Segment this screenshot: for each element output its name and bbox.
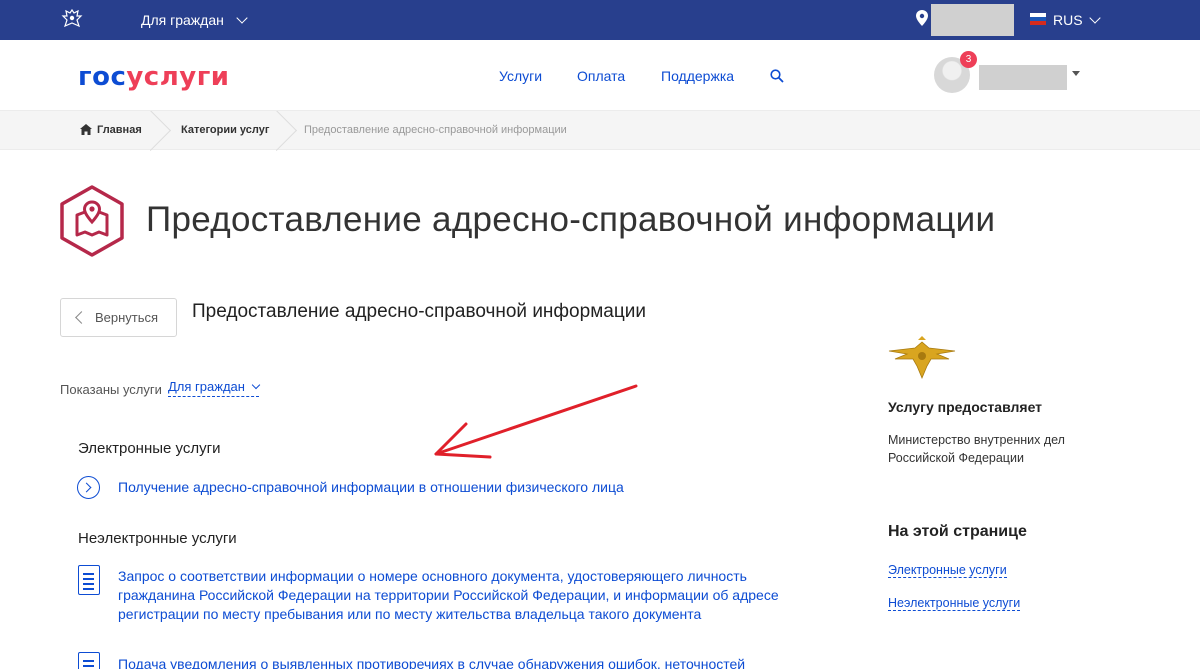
audience-filter-dropdown[interactable]: Для граждан — [168, 379, 261, 397]
address-map-icon — [60, 185, 124, 257]
logo-part-1: гос — [78, 62, 127, 92]
notification-badge[interactable]: 3 — [960, 51, 977, 68]
service-link-non-electronic-2[interactable]: Подача уведомления о выявленных противор… — [118, 655, 745, 669]
top-bar: Для граждан RUS — [0, 0, 1200, 40]
breadcrumb-separator — [276, 111, 298, 151]
chevron-down-icon — [1088, 12, 1101, 24]
arrow-circle-icon[interactable] — [77, 476, 100, 499]
shown-services-label: Показаны услуги — [60, 382, 162, 397]
breadcrumb-current: Предоставление адресно-справочной информ… — [304, 124, 567, 136]
user-name-redacted[interactable] — [979, 65, 1067, 90]
breadcrumb-categories[interactable]: Категории услуг — [181, 124, 269, 136]
nav-payment[interactable]: Оплата — [577, 68, 625, 84]
document-icon — [78, 565, 100, 595]
service-link-non-electronic-1[interactable]: Запрос о соответствии информации о номер… — [118, 567, 808, 624]
provider-heading: Услугу предоставляет — [888, 399, 1043, 415]
electronic-services-heading: Электронные услуги — [78, 440, 221, 457]
nav-services[interactable]: Услуги — [499, 68, 542, 84]
on-page-link-electronic[interactable]: Электронные услуги — [888, 563, 1007, 578]
back-label: Вернуться — [95, 310, 159, 325]
page-subtitle: Предоставление адресно-справочной информ… — [192, 301, 646, 322]
mvd-emblem-icon — [888, 336, 956, 380]
back-button[interactable]: Вернуться — [60, 298, 177, 337]
on-page-link-non-electronic[interactable]: Неэлектронные услуги — [888, 596, 1021, 611]
service-link-electronic[interactable]: Получение адресно-справочной информации … — [118, 478, 624, 497]
gosuslugi-logo[interactable]: госуслуги — [78, 62, 230, 92]
citizens-label: Для граждан — [141, 12, 224, 28]
language-label: RUS — [1053, 12, 1083, 28]
breadcrumb-home[interactable]: Главная — [97, 124, 142, 136]
russian-flag-icon — [1030, 13, 1046, 25]
non-electronic-services-heading: Неэлектронные услуги — [78, 530, 237, 547]
location-redacted[interactable] — [931, 4, 1014, 36]
language-selector[interactable]: RUS — [1053, 12, 1101, 28]
audience-filter-value: Для граждан — [168, 379, 245, 394]
chevron-left-icon — [75, 311, 88, 324]
provider-name: Министерство внутренних дел Российской Ф… — [888, 433, 1065, 465]
document-icon — [78, 652, 100, 669]
logo-part-2: услуги — [126, 62, 230, 92]
search-icon[interactable] — [770, 69, 784, 83]
page-title: Предоставление адресно-справочной информ… — [146, 200, 996, 239]
coat-of-arms-icon[interactable] — [60, 7, 84, 31]
annotation-arrow — [434, 384, 638, 459]
breadcrumb-separator — [150, 111, 172, 151]
breadcrumb: Главная Категории услуг Предоставление а… — [0, 110, 1200, 150]
home-icon[interactable] — [80, 124, 92, 135]
location-pin-icon[interactable] — [916, 10, 928, 26]
citizens-dropdown[interactable]: Для граждан — [141, 12, 248, 28]
caret-down-icon[interactable] — [1072, 71, 1080, 76]
nav-support[interactable]: Поддержка — [661, 68, 734, 84]
on-page-heading: На этой странице — [888, 523, 1027, 540]
chevron-down-icon — [251, 380, 261, 389]
chevron-down-icon — [236, 12, 248, 24]
